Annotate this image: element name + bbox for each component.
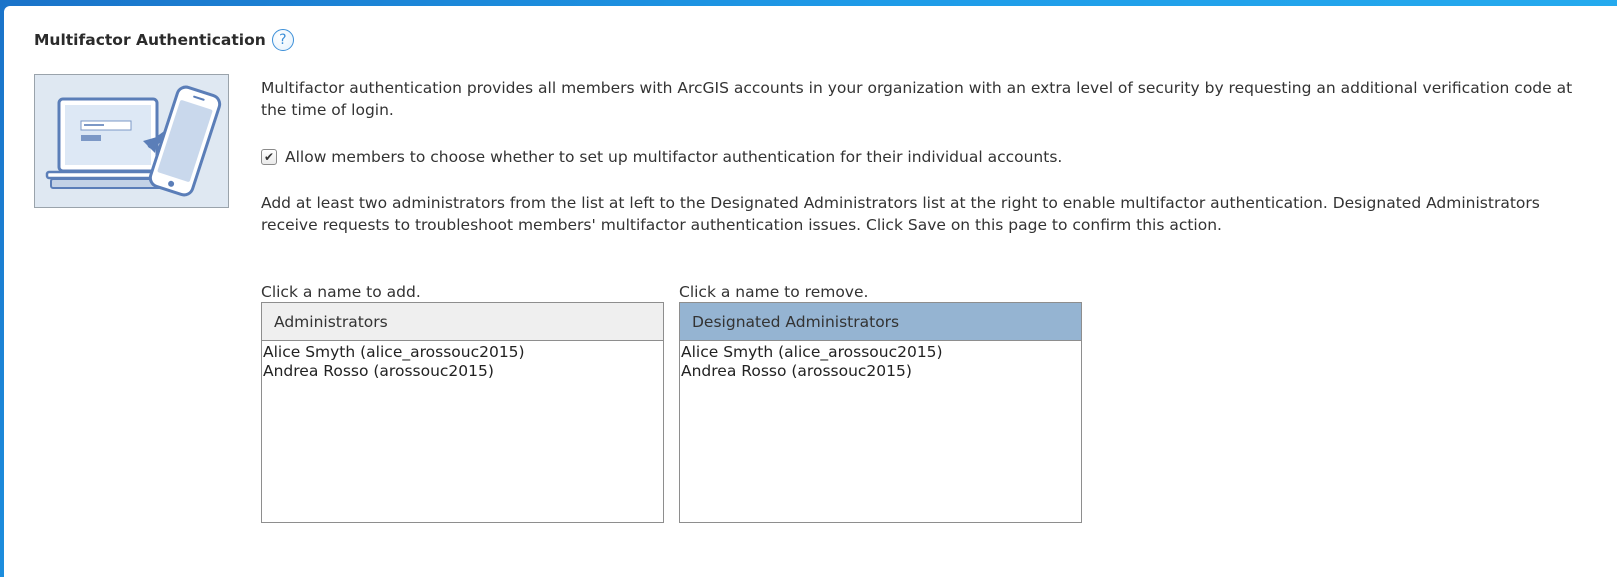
designated-administrators-list[interactable]: Designated Administrators Alice Smyth (a… (679, 302, 1082, 523)
designated-item-andrea[interactable]: Andrea Rosso (arossouc2015) (680, 362, 1081, 381)
settings-panel: Multifactor Authentication ? Multifactor… (4, 6, 1617, 577)
designated-hint: Click a name to remove. (679, 283, 869, 301)
allow-members-label: Allow members to choose whether to set u… (285, 148, 1063, 166)
section-heading: Multifactor Authentication ? (34, 29, 294, 51)
designated-item-alice[interactable]: Alice Smyth (alice_arossouc2015) (680, 343, 1081, 362)
intro-text: Multifactor authentication provides all … (261, 79, 1573, 119)
allow-members-option[interactable]: ✔ Allow members to choose whether to set… (261, 148, 1062, 166)
designated-list-header: Designated Administrators (680, 303, 1081, 341)
administrator-item-alice[interactable]: Alice Smyth (alice_arossouc2015) (262, 343, 663, 362)
instructions-text: Add at least two administrators from the… (261, 194, 1540, 234)
multifactor-illustration-icon (34, 74, 229, 208)
allow-members-checkbox[interactable]: ✔ (261, 149, 277, 165)
administrators-list[interactable]: Administrators Alice Smyth (alice_arosso… (261, 302, 664, 523)
administrators-list-header: Administrators (262, 303, 663, 341)
help-icon[interactable]: ? (271, 29, 294, 51)
administrators-hint: Click a name to add. (261, 283, 421, 301)
administrator-item-andrea[interactable]: Andrea Rosso (arossouc2015) (262, 362, 663, 381)
section-title: Multifactor Authentication (34, 31, 266, 49)
